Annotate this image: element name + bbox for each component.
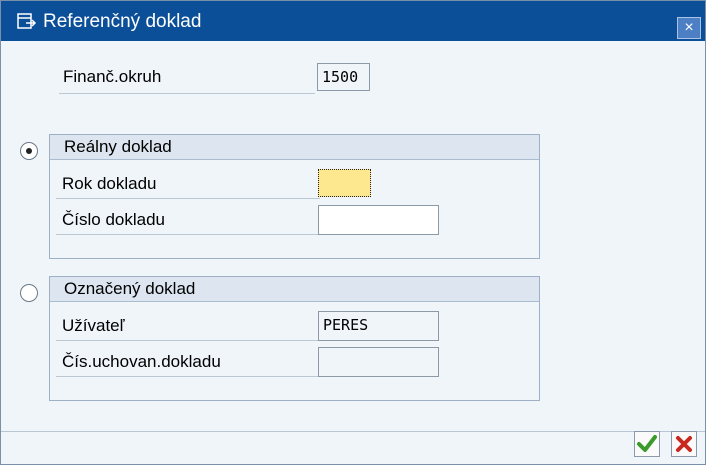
confirm-button[interactable] xyxy=(634,431,660,457)
label-underline xyxy=(56,198,320,199)
dialog-content: Finanč.okruh 1500 Reálny doklad Rok dokl… xyxy=(1,41,705,464)
document-reference-icon xyxy=(17,13,37,29)
dialog-window: Referenčný doklad × Finanč.okruh 1500 Re… xyxy=(0,0,706,465)
group-header: Označený doklad xyxy=(50,277,539,302)
radio-marked-document[interactable] xyxy=(20,284,38,302)
label-underline xyxy=(56,340,320,341)
radio-real-document[interactable] xyxy=(20,142,38,160)
held-document-number-label: Čís.uchovan.dokladu xyxy=(62,352,221,371)
dialog-title: Referenčný doklad xyxy=(43,11,202,32)
close-button[interactable]: × xyxy=(677,17,701,39)
company-code-field[interactable]: 1500 xyxy=(317,63,370,91)
user-field[interactable]: PERES xyxy=(318,311,439,341)
title-bar: Referenčný doklad × xyxy=(1,1,705,41)
dialog-footer xyxy=(1,431,705,464)
cancel-button[interactable] xyxy=(671,431,697,457)
cancel-x-icon xyxy=(676,436,692,452)
close-icon: × xyxy=(684,19,694,36)
document-number-label: Číslo dokladu xyxy=(62,210,166,229)
group-marked-document: Označený doklad Užívateľ PERES Čís.uchov… xyxy=(49,276,540,401)
label-underline xyxy=(56,234,320,235)
group-real-document: Reálny doklad Rok dokladu Číslo dokladu xyxy=(49,134,540,259)
document-number-input[interactable] xyxy=(318,205,439,235)
user-label: Užívateľ xyxy=(62,316,125,335)
checkmark-icon xyxy=(637,435,657,452)
label-underline xyxy=(59,93,315,94)
footer-divider xyxy=(1,431,705,432)
group-real-document-title: Reálny doklad xyxy=(64,137,172,156)
held-document-number-field[interactable] xyxy=(318,347,439,377)
company-code-label: Finanč.okruh xyxy=(63,67,162,86)
fiscal-year-label: Rok dokladu xyxy=(62,174,157,193)
label-underline xyxy=(56,376,320,377)
radio-selected-dot xyxy=(26,148,32,154)
group-marked-document-title: Označený doklad xyxy=(64,279,196,298)
group-header: Reálny doklad xyxy=(50,135,539,160)
fiscal-year-input[interactable] xyxy=(318,169,371,197)
